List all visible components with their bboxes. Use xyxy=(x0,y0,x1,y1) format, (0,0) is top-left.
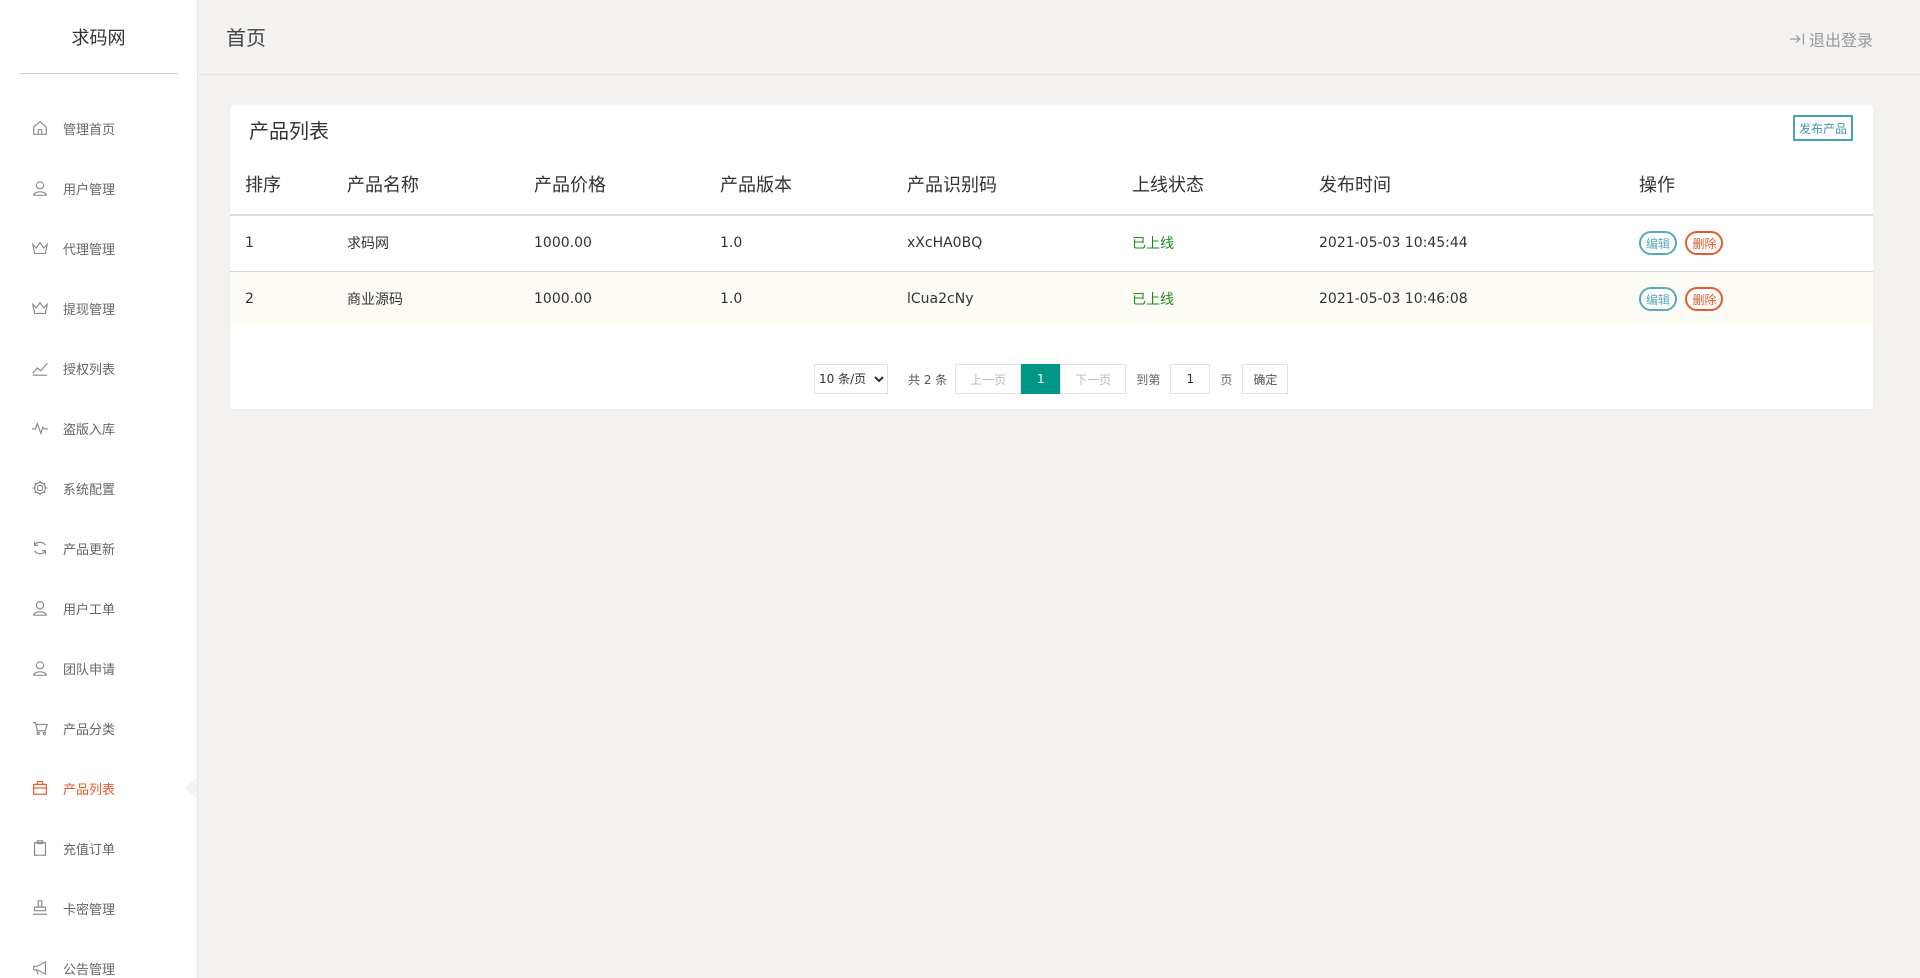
col-time[interactable]: 发布时间 xyxy=(1319,153,1639,216)
sidebar-item-label: 用户管理 xyxy=(63,182,116,198)
sidebar-item-users[interactable]: 用户管理 xyxy=(0,158,197,218)
prev-page-button[interactable]: 上一页 xyxy=(955,364,1022,394)
sidebar-item-home[interactable]: 管理首页 xyxy=(0,98,197,158)
top-header: 首页 退出登录 xyxy=(199,0,1920,75)
sidebar-item-orders[interactable]: 充值订单 xyxy=(0,818,197,878)
cell-actions: 编辑 删除 xyxy=(1639,215,1873,272)
cell-version: 1.0 xyxy=(720,215,907,272)
sidebar: 求码网 管理首页 用户管理 代理管理 提现管理 授权列表 盗版入库 系统配置 产… xyxy=(0,0,198,978)
trend-icon xyxy=(30,358,50,378)
card-title: 产品列表 xyxy=(249,119,329,143)
sidebar-item-label: 管理首页 xyxy=(63,122,116,138)
sidebar-item-piracy[interactable]: 盗版入库 xyxy=(0,398,197,458)
page-size-select[interactable]: 10 条/页 xyxy=(814,364,888,394)
table-row[interactable]: 2 商业源码 1000.00 1.0 lCua2cNy 已上线 2021-05-… xyxy=(230,271,1873,327)
sidebar-item-label: 充值订单 xyxy=(63,842,116,858)
table-header-row: 排序 产品名称 产品价格 产品版本 产品识别码 上线状态 发布时间 操作 xyxy=(230,153,1873,216)
cell-price: 1000.00 xyxy=(534,291,592,308)
sidebar-item-categories[interactable]: 产品分类 xyxy=(0,698,197,758)
col-status[interactable]: 上线状态 xyxy=(1132,153,1319,216)
publish-product-button[interactable]: 发布产品 xyxy=(1792,115,1853,141)
sidebar-item-label: 用户工单 xyxy=(63,602,116,618)
sidebar-item-label: 团队申请 xyxy=(63,662,116,678)
cart-icon xyxy=(30,718,50,738)
sidebar-nav: 管理首页 用户管理 代理管理 提现管理 授权列表 盗版入库 系统配置 产品更新 xyxy=(0,98,197,978)
pulse-icon xyxy=(30,418,50,438)
col-name[interactable]: 产品名称 xyxy=(347,153,534,216)
sidebar-item-notices[interactable]: 公告管理 xyxy=(0,938,197,978)
sidebar-item-tickets[interactable]: 用户工单 xyxy=(0,578,197,638)
col-version[interactable]: 产品版本 xyxy=(720,153,907,216)
sidebar-item-cards[interactable]: 卡密管理 xyxy=(0,878,197,938)
cell-time: 2021-05-03 10:46:08 xyxy=(1319,291,1468,308)
page-title: 首页 xyxy=(226,26,266,50)
crown-icon xyxy=(30,238,50,258)
crown-icon xyxy=(30,298,50,318)
logout-label: 退出登录 xyxy=(1808,31,1873,50)
cell-order: 2 xyxy=(245,291,254,308)
cell-name: 求码网 xyxy=(347,215,534,272)
col-actions: 操作 xyxy=(1639,153,1873,216)
total-count: 共 2 条 xyxy=(908,372,948,387)
col-order[interactable]: 排序 xyxy=(230,153,347,216)
cell-code: lCua2cNy xyxy=(907,291,974,308)
sidebar-item-settings[interactable]: 系统配置 xyxy=(0,458,197,518)
megaphone-icon xyxy=(30,958,50,978)
logout-button[interactable]: 退出登录 xyxy=(1789,27,1873,51)
sidebar-item-label: 授权列表 xyxy=(63,362,116,378)
refresh-icon xyxy=(30,538,50,558)
user-icon xyxy=(30,178,50,198)
col-code[interactable]: 产品识别码 xyxy=(907,153,1132,216)
goto-confirm-button[interactable]: 确定 xyxy=(1242,364,1289,394)
sidebar-item-products[interactable]: 产品列表 xyxy=(0,758,197,818)
cell-code: xXcHA0BQ xyxy=(907,215,1132,272)
goto-page-input[interactable] xyxy=(1170,364,1211,394)
cell-name: 商业源码 xyxy=(347,292,403,309)
sidebar-item-label: 系统配置 xyxy=(63,482,116,498)
sidebar-item-withdraw[interactable]: 提现管理 xyxy=(0,278,197,338)
sidebar-item-updates[interactable]: 产品更新 xyxy=(0,518,197,578)
sidebar-item-label: 提现管理 xyxy=(63,302,116,318)
home-icon xyxy=(30,118,50,138)
sidebar-item-label: 产品更新 xyxy=(63,542,116,558)
sidebar-item-label: 产品列表 xyxy=(63,782,116,798)
cell-price: 1000.00 xyxy=(534,215,720,272)
cell-status: 已上线 xyxy=(1132,292,1174,309)
edit-button[interactable]: 编辑 xyxy=(1639,287,1678,312)
sidebar-item-label: 产品分类 xyxy=(63,722,116,738)
bag-icon xyxy=(30,778,50,798)
col-price[interactable]: 产品价格 xyxy=(534,153,720,216)
gear-icon xyxy=(30,478,50,498)
sidebar-item-label: 代理管理 xyxy=(63,242,116,258)
table-row[interactable]: 1 求码网 1000.00 1.0 xXcHA0BQ 已上线 2021-05-0… xyxy=(230,215,1873,272)
current-page[interactable]: 1 xyxy=(1021,364,1061,394)
cell-version: 1.0 xyxy=(720,291,743,308)
cell-time: 2021-05-03 10:45:44 xyxy=(1319,215,1639,272)
cell-actions: 编辑 删除 xyxy=(1639,271,1873,327)
stamp-icon xyxy=(30,898,50,918)
clipboard-icon xyxy=(30,838,50,858)
page-unit-label: 页 xyxy=(1220,372,1233,387)
sidebar-item-label: 公告管理 xyxy=(63,962,116,978)
goto-label: 到第 xyxy=(1136,372,1161,387)
product-table: 排序 产品名称 产品价格 产品版本 产品识别码 上线状态 发布时间 操作 1 求… xyxy=(230,153,1873,327)
cell-order: 1 xyxy=(230,215,347,272)
user-icon xyxy=(30,658,50,678)
brand-logo[interactable]: 求码网 xyxy=(19,0,178,74)
next-page-button[interactable]: 下一页 xyxy=(1060,364,1127,394)
logout-icon xyxy=(1789,33,1805,45)
cell-status: 已上线 xyxy=(1132,215,1319,272)
product-list-card: 产品列表 发布产品 排序 产品名称 产品价格 产品版本 产品识别码 上线状态 发… xyxy=(230,105,1873,409)
sidebar-item-teams[interactable]: 团队申请 xyxy=(0,638,197,698)
sidebar-item-label: 盗版入库 xyxy=(63,422,116,438)
delete-button[interactable]: 删除 xyxy=(1685,231,1724,256)
sidebar-item-agents[interactable]: 代理管理 xyxy=(0,218,197,278)
delete-button[interactable]: 删除 xyxy=(1685,287,1724,312)
pagination: 10 条/页 共 2 条 上一页 1 下一页 到第 页 确定 xyxy=(814,364,1289,394)
sidebar-item-licenses[interactable]: 授权列表 xyxy=(0,338,197,398)
user-icon xyxy=(30,598,50,618)
edit-button[interactable]: 编辑 xyxy=(1639,231,1678,256)
sidebar-item-label: 卡密管理 xyxy=(63,902,116,918)
